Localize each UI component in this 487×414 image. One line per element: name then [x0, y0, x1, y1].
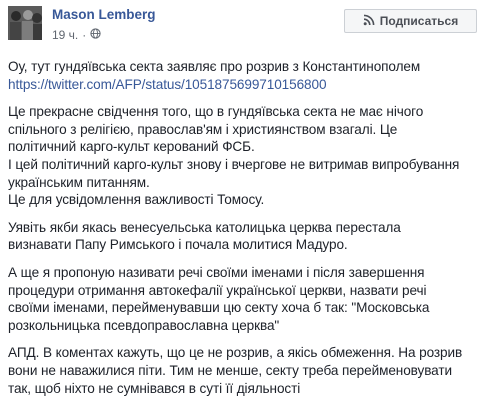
- post-text-line: своїми іменами, перейменувавши цю секту …: [8, 300, 430, 316]
- post-timestamp[interactable]: 19 ч.: [52, 28, 78, 42]
- post-header: Mason Lemberg 19 ч. · Подписаться: [0, 0, 487, 52]
- post-text-line: Оу, тут гундяївська секта заявляє про ро…: [8, 59, 421, 74]
- post-text-line: вони не наважилися піти. Тим не менше, с…: [8, 362, 452, 378]
- post-text-line: політичний карго-культ керований ФСБ.: [8, 139, 255, 155]
- post-text-line: І цей політичний карго-культ знову і вче…: [8, 156, 460, 172]
- post-paragraph: А ще я пропоную називати речі своїми іме…: [8, 264, 482, 334]
- post-text-line: спільного з релігією, православ'ям і хри…: [8, 121, 398, 137]
- post-text-line: А ще я пропоную називати речі своїми іме…: [8, 264, 425, 280]
- post-body: Оу, тут гундяївська секта заявляє про ро…: [8, 58, 482, 407]
- post-text-line: визнавати Папу Римського і почала молити…: [8, 237, 348, 253]
- subscribe-button[interactable]: Подписаться: [344, 9, 477, 33]
- post-text-line: процедури отримання автокефалії українсь…: [8, 282, 427, 298]
- post-text-line: розкольницька псевдоправославна церква": [8, 317, 280, 333]
- post-text-line: Це для усвідомлення важливості Томосу.: [8, 192, 265, 208]
- subscribe-label: Подписаться: [379, 14, 459, 28]
- twitter-link[interactable]: https://twitter.com/AFP/status/105187569…: [8, 76, 482, 94]
- post-paragraph: АПД. В коментах кажуть, що це не розрив,…: [8, 344, 482, 397]
- post-paragraph: Оу, тут гундяївська секта заявляє про ро…: [8, 58, 482, 93]
- post-text-line: АПД. В коментах кажуть, що це не розрив,…: [8, 345, 463, 361]
- post-text-line: українським питанням.: [8, 174, 150, 190]
- post-text-line: Це прекрасне свідчення того, що в гундяї…: [8, 104, 424, 120]
- rss-icon: [363, 14, 380, 29]
- meta-separator: ·: [82, 28, 87, 42]
- post-paragraph: Це прекрасне свідчення того, що в гундяї…: [8, 103, 482, 209]
- post-paragraph: Уявіть якби якась венесуельська католиць…: [8, 219, 482, 254]
- post-meta: 19 ч. ·: [52, 28, 101, 42]
- globe-icon[interactable]: [90, 28, 101, 42]
- post-text-line: так, щоб ніхто не сумнівався в суті її д…: [8, 380, 301, 396]
- avatar[interactable]: [8, 6, 42, 40]
- author-name[interactable]: Mason Lemberg: [52, 7, 156, 22]
- post-text-line: Уявіть якби якась венесуельська католиць…: [8, 219, 401, 235]
